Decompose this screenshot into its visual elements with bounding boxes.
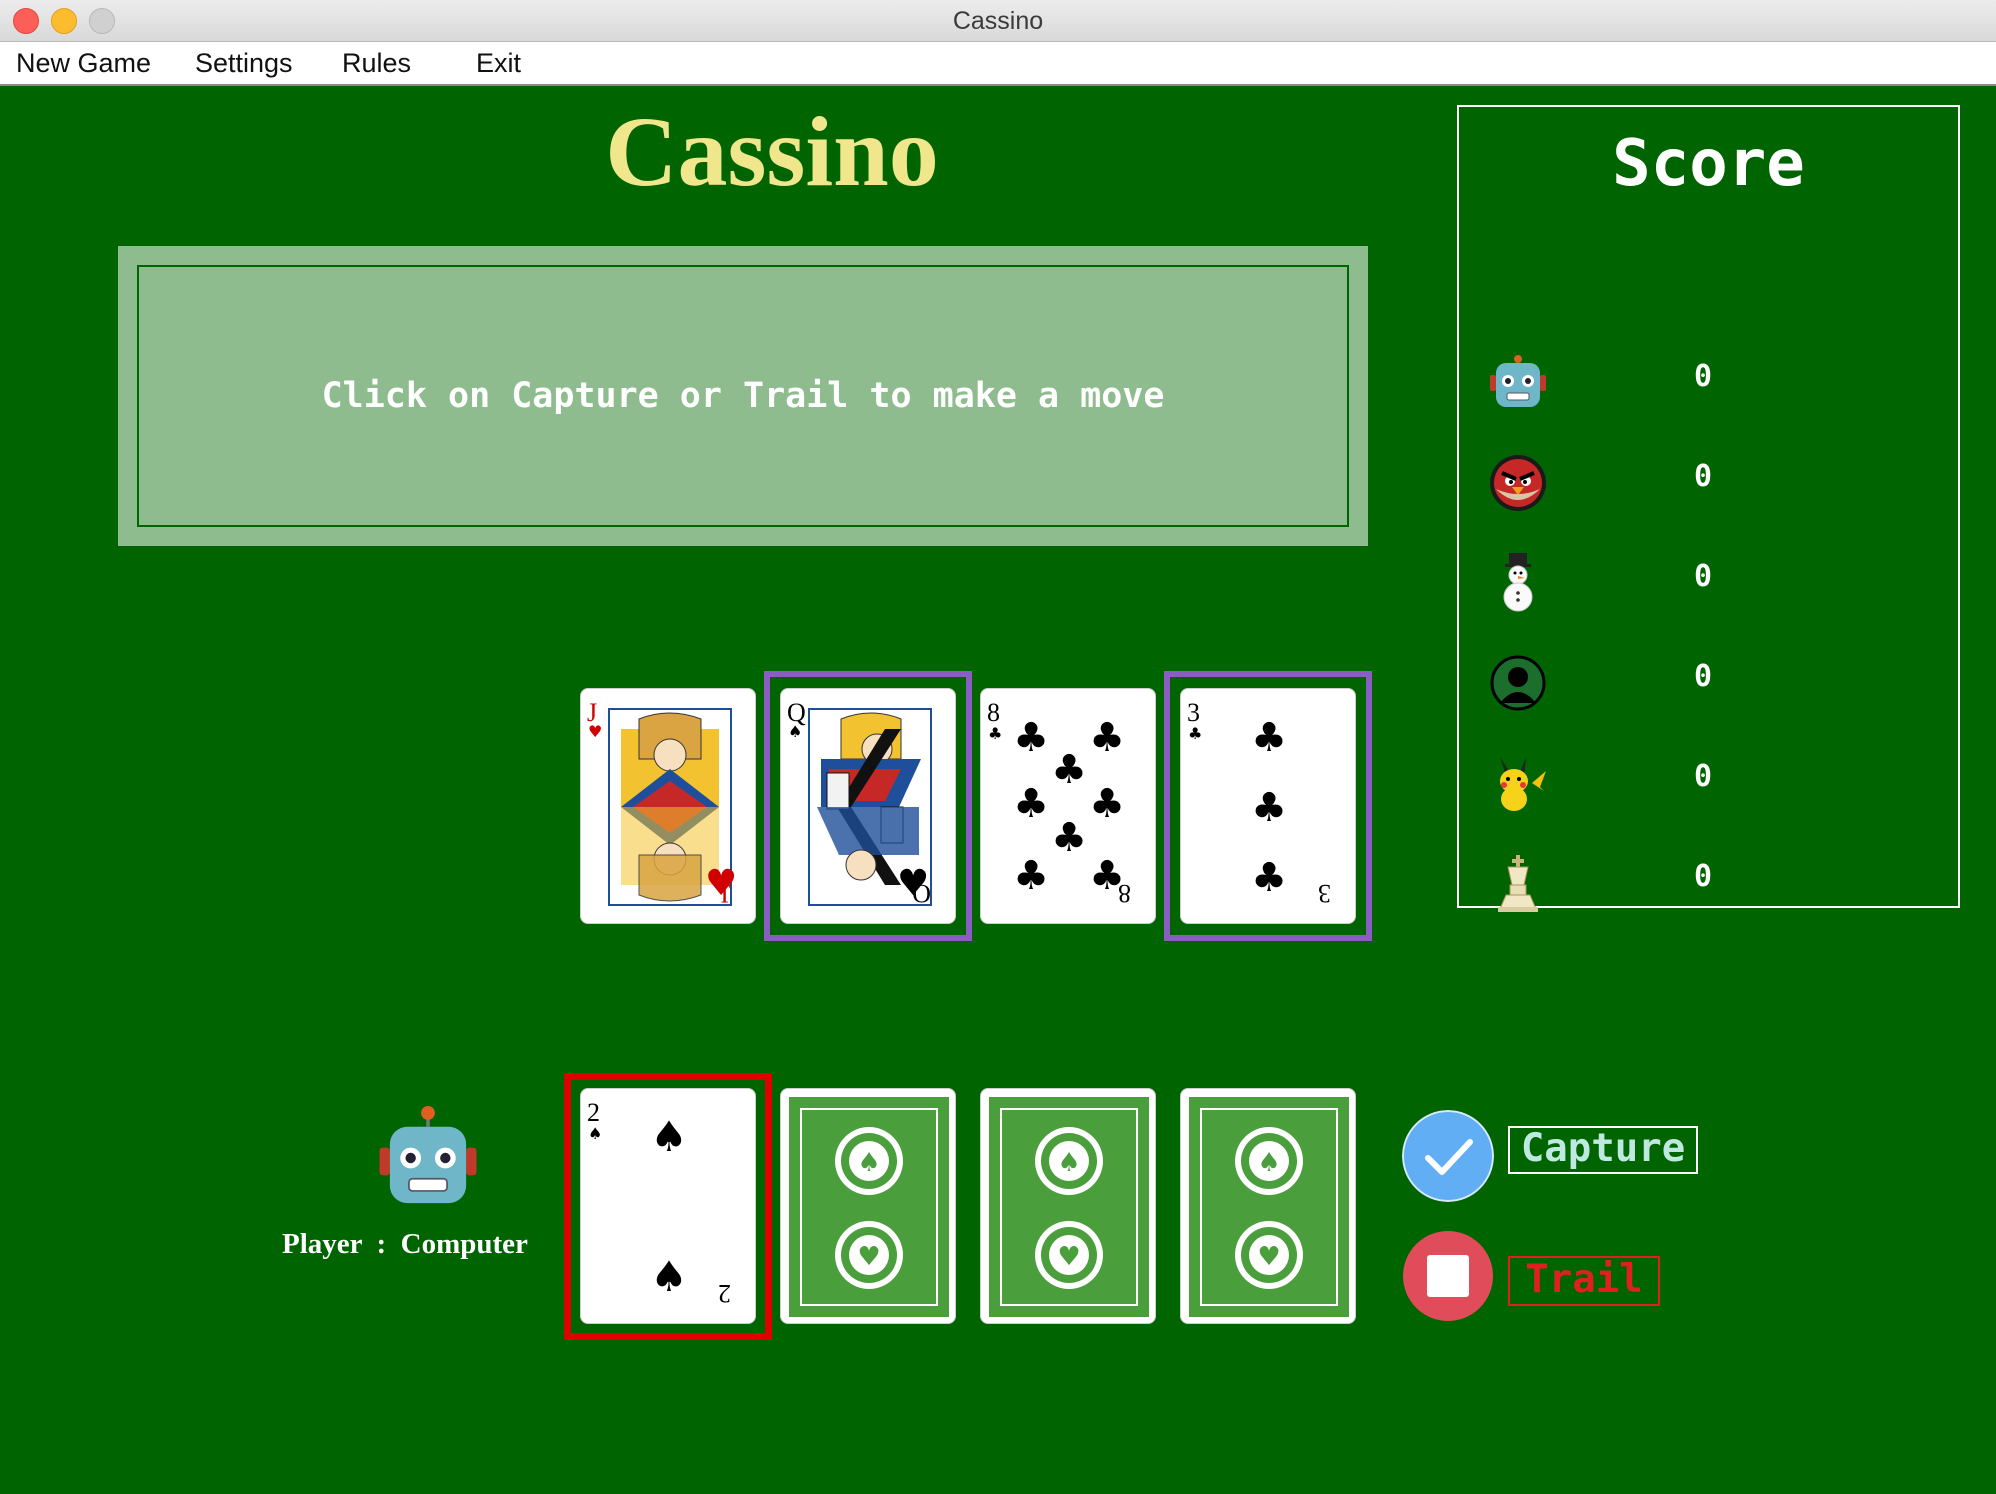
- player-avatar-robot-icon: [379, 1106, 477, 1204]
- message-panel: Click on Capture or Trail to make a move: [118, 246, 1368, 546]
- score-value-angry-bird: 0: [1694, 459, 1713, 494]
- card-rank-inverted: Q: [912, 879, 931, 908]
- robot-icon: [1490, 355, 1546, 407]
- spades-pip-icon: ♠: [650, 1252, 688, 1301]
- card-rank-inverted: 2: [718, 1279, 731, 1308]
- score-row-snowman: 0: [1459, 545, 1958, 625]
- svg-text:♥: ♥: [1057, 1242, 1080, 1272]
- card-rank: 2: [587, 1098, 600, 1127]
- menu-settings[interactable]: Settings: [195, 48, 293, 79]
- menu-new-game[interactable]: New Game: [16, 48, 151, 79]
- card-rank-inverted: 8: [1118, 879, 1131, 908]
- clubs-pip-icon: ♣: [1251, 855, 1287, 901]
- clubs-pip-icon: ♣: [1251, 785, 1287, 831]
- game-title: Cassino: [605, 96, 939, 207]
- svg-text:♠: ♠: [1057, 1148, 1080, 1178]
- score-row-angry-bird: 0: [1459, 445, 1958, 525]
- clubs-pip-icon: ♣: [1013, 853, 1049, 899]
- capture-button[interactable]: Capture: [1508, 1126, 1698, 1174]
- card-rank-inverted: J: [721, 879, 731, 908]
- spades-suit-icon: ♠: [588, 1124, 602, 1143]
- score-value-pikachu: 0: [1694, 759, 1713, 794]
- snowman-icon: [1503, 553, 1533, 612]
- clubs-suit-icon: ♣: [988, 724, 1002, 743]
- clubs-pip-icon: ♣: [1051, 747, 1087, 793]
- svg-text:♠: ♠: [1257, 1148, 1280, 1178]
- capture-check-icon[interactable]: [1402, 1110, 1494, 1202]
- hand-card-back[interactable]: ♠ ♥: [980, 1088, 1156, 1324]
- score-value-robot: 0: [1694, 359, 1713, 394]
- window-title: Cassino: [952, 7, 1044, 35]
- message-frame: Click on Capture or Trail to make a move: [137, 265, 1349, 527]
- spades-pip-icon: ♠: [650, 1112, 688, 1161]
- svg-text:♥: ♥: [857, 1242, 880, 1272]
- table-card-eight-clubs[interactable]: 8 ♣ ♣ ♣ ♣ ♣ ♣ ♣ ♣ ♣ 8: [980, 688, 1156, 924]
- table-card-three-clubs[interactable]: 3 ♣ ♣ ♣ ♣ 3: [1180, 688, 1356, 924]
- clubs-pip-icon: ♣: [1013, 781, 1049, 827]
- silhouette-icon: [1490, 655, 1546, 711]
- trail-button[interactable]: Trail: [1508, 1256, 1660, 1306]
- card-back-design: ♠ ♥: [789, 1097, 949, 1317]
- card-rank: 8: [987, 698, 1000, 727]
- table-card-jack-hearts[interactable]: J ♥ ♥ ♥ J: [580, 688, 756, 924]
- chess-king-icon: [1498, 855, 1538, 912]
- hand-card-back[interactable]: ♠ ♥: [780, 1088, 956, 1324]
- menu-bar: New Game Settings Rules Exit: [0, 42, 1996, 86]
- score-value-chess-king: 0: [1694, 859, 1713, 894]
- card-back-design: ♠ ♥: [1189, 1097, 1349, 1317]
- angry-bird-icon: [1490, 455, 1546, 511]
- hand-card-two-spades[interactable]: 2 ♠ ♠ ♠ 2: [580, 1088, 756, 1324]
- score-row-silhouette: 0: [1459, 645, 1958, 725]
- score-title: Score: [1612, 127, 1805, 201]
- clubs-pip-icon: ♣: [1251, 715, 1287, 761]
- spades-suit-icon: ♠: [788, 722, 802, 741]
- svg-text:♥: ♥: [1257, 1242, 1280, 1272]
- svg-text:♠: ♠: [857, 1148, 880, 1178]
- window-titlebar: Cassino: [0, 0, 1996, 42]
- score-panel: Score 0 0 0 0 0 0: [1457, 105, 1960, 912]
- card-rank: 3: [1187, 698, 1200, 727]
- player-name-label: Player : Computer: [282, 1228, 528, 1260]
- hearts-suit-icon: ♥: [588, 722, 602, 741]
- table-card-queen-spades[interactable]: Q ♠ ♠ ♥ Q: [780, 688, 956, 924]
- score-row-chess-king: 0: [1459, 845, 1958, 925]
- card-back-design: ♠ ♥: [989, 1097, 1149, 1317]
- score-value-snowman: 0: [1694, 559, 1713, 594]
- score-row-robot: 0: [1459, 345, 1958, 425]
- card-rank-inverted: 3: [1318, 879, 1331, 908]
- menu-rules[interactable]: Rules: [342, 48, 411, 79]
- pikachu-icon: [1500, 757, 1546, 811]
- clubs-pip-icon: ♣: [1089, 715, 1125, 761]
- clubs-pip-icon: ♣: [1089, 781, 1125, 827]
- clubs-pip-icon: ♣: [1051, 815, 1087, 861]
- clubs-suit-icon: ♣: [1188, 724, 1202, 743]
- clubs-pip-icon: ♣: [1013, 715, 1049, 761]
- score-value-silhouette: 0: [1694, 659, 1713, 694]
- message-text: Click on Capture or Trail to make a move: [321, 376, 1165, 416]
- menu-exit[interactable]: Exit: [476, 48, 521, 79]
- hand-card-back[interactable]: ♠ ♥: [1180, 1088, 1356, 1324]
- trail-stop-icon[interactable]: [1402, 1230, 1494, 1322]
- score-row-pikachu: 0: [1459, 745, 1958, 825]
